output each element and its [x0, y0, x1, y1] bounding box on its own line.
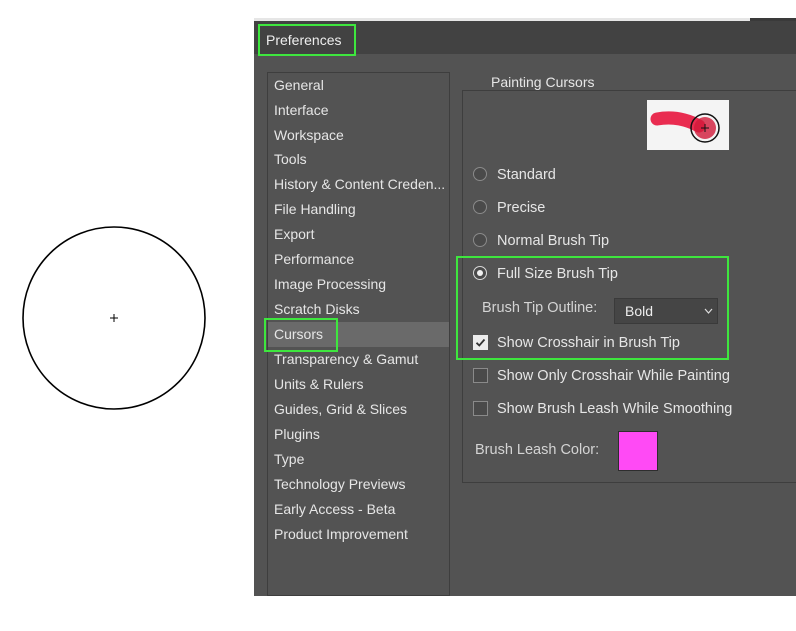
radio-precise[interactable]: Precise — [473, 196, 673, 220]
chevron-down-icon — [704, 308, 713, 314]
radio-full-size-brush-tip[interactable]: Full Size Brush Tip — [473, 262, 673, 286]
dialog-titlebar[interactable]: Preferences — [254, 21, 796, 54]
sidebar-item-file-handling[interactable]: File Handling — [268, 197, 449, 222]
radio-standard-label: Standard — [497, 167, 556, 183]
radio-normal-brush-tip[interactable]: Normal Brush Tip — [473, 229, 673, 253]
sidebar-item-early-access[interactable]: Early Access - Beta — [268, 497, 449, 522]
sidebar-item-interface[interactable]: Interface — [268, 98, 449, 123]
checkbox-show-brush-leash-label: Show Brush Leash While Smoothing — [497, 401, 733, 417]
brush-leash-color-label: Brush Leash Color: — [475, 442, 600, 458]
sidebar-item-workspace[interactable]: Workspace — [268, 123, 449, 148]
brush-tip-outline-value: Bold — [625, 303, 654, 319]
sidebar-item-history[interactable]: History & Content Creden... — [268, 172, 449, 197]
sidebar-item-guides-grid[interactable]: Guides, Grid & Slices — [268, 397, 449, 422]
brush-tip-outline-select[interactable]: Bold — [614, 298, 718, 324]
checkbox-show-only-crosshair-box[interactable] — [473, 368, 488, 383]
checkbox-show-brush-leash-box[interactable] — [473, 401, 488, 416]
radio-full-size-brush-tip-indicator[interactable] — [473, 266, 487, 280]
sidebar-item-plugins[interactable]: Plugins — [268, 422, 449, 447]
dialog-title: Preferences — [266, 32, 342, 48]
checkbox-show-crosshair-box[interactable] — [473, 335, 488, 350]
checkbox-show-brush-leash[interactable]: Show Brush Leash While Smoothing — [473, 397, 773, 421]
sidebar-nav: General Interface Workspace Tools Histor… — [267, 72, 450, 596]
sidebar-item-units-rulers[interactable]: Units & Rulers — [268, 372, 449, 397]
radio-standard[interactable]: Standard — [473, 163, 673, 187]
radio-standard-indicator[interactable] — [473, 167, 487, 181]
sidebar-item-tools[interactable]: Tools — [268, 147, 449, 172]
checkbox-show-only-crosshair[interactable]: Show Only Crosshair While Painting — [473, 364, 773, 388]
checkbox-show-crosshair[interactable]: Show Crosshair in Brush Tip — [473, 331, 773, 355]
checkbox-show-crosshair-label: Show Crosshair in Brush Tip — [497, 335, 680, 351]
brush-leash-color-swatch[interactable] — [618, 431, 658, 471]
sidebar-item-transparency[interactable]: Transparency & Gamut — [268, 347, 449, 372]
sidebar-item-product-improvement[interactable]: Product Improvement — [268, 522, 449, 547]
brush-tip-outline-label: Brush Tip Outline: — [482, 300, 598, 316]
sidebar-item-export[interactable]: Export — [268, 222, 449, 247]
radio-normal-brush-tip-indicator[interactable] — [473, 233, 487, 247]
checkbox-show-only-crosshair-label: Show Only Crosshair While Painting — [497, 368, 730, 384]
checkmark-icon — [475, 338, 486, 347]
sidebar-item-image-processing[interactable]: Image Processing — [268, 272, 449, 297]
sidebar-item-performance[interactable]: Performance — [268, 247, 449, 272]
brush-preview-image — [647, 100, 729, 150]
brush-cursor-preview — [22, 226, 206, 410]
radio-precise-indicator[interactable] — [473, 200, 487, 214]
sidebar-item-type[interactable]: Type — [268, 447, 449, 472]
radio-normal-brush-tip-label: Normal Brush Tip — [497, 233, 610, 249]
sidebar-item-general[interactable]: General — [268, 73, 449, 98]
sidebar-item-scratch-disks[interactable]: Scratch Disks — [268, 297, 449, 322]
radio-precise-label: Precise — [497, 200, 546, 216]
radio-full-size-brush-tip-label: Full Size Brush Tip — [497, 266, 618, 282]
painting-cursors-group — [462, 90, 796, 483]
painting-cursors-title: Painting Cursors — [484, 74, 602, 90]
sidebar-item-cursors[interactable]: Cursors — [268, 322, 449, 347]
sidebar-item-technology-previews[interactable]: Technology Previews — [268, 472, 449, 497]
preferences-dialog: Preferences General Interface Workspace … — [254, 18, 796, 596]
